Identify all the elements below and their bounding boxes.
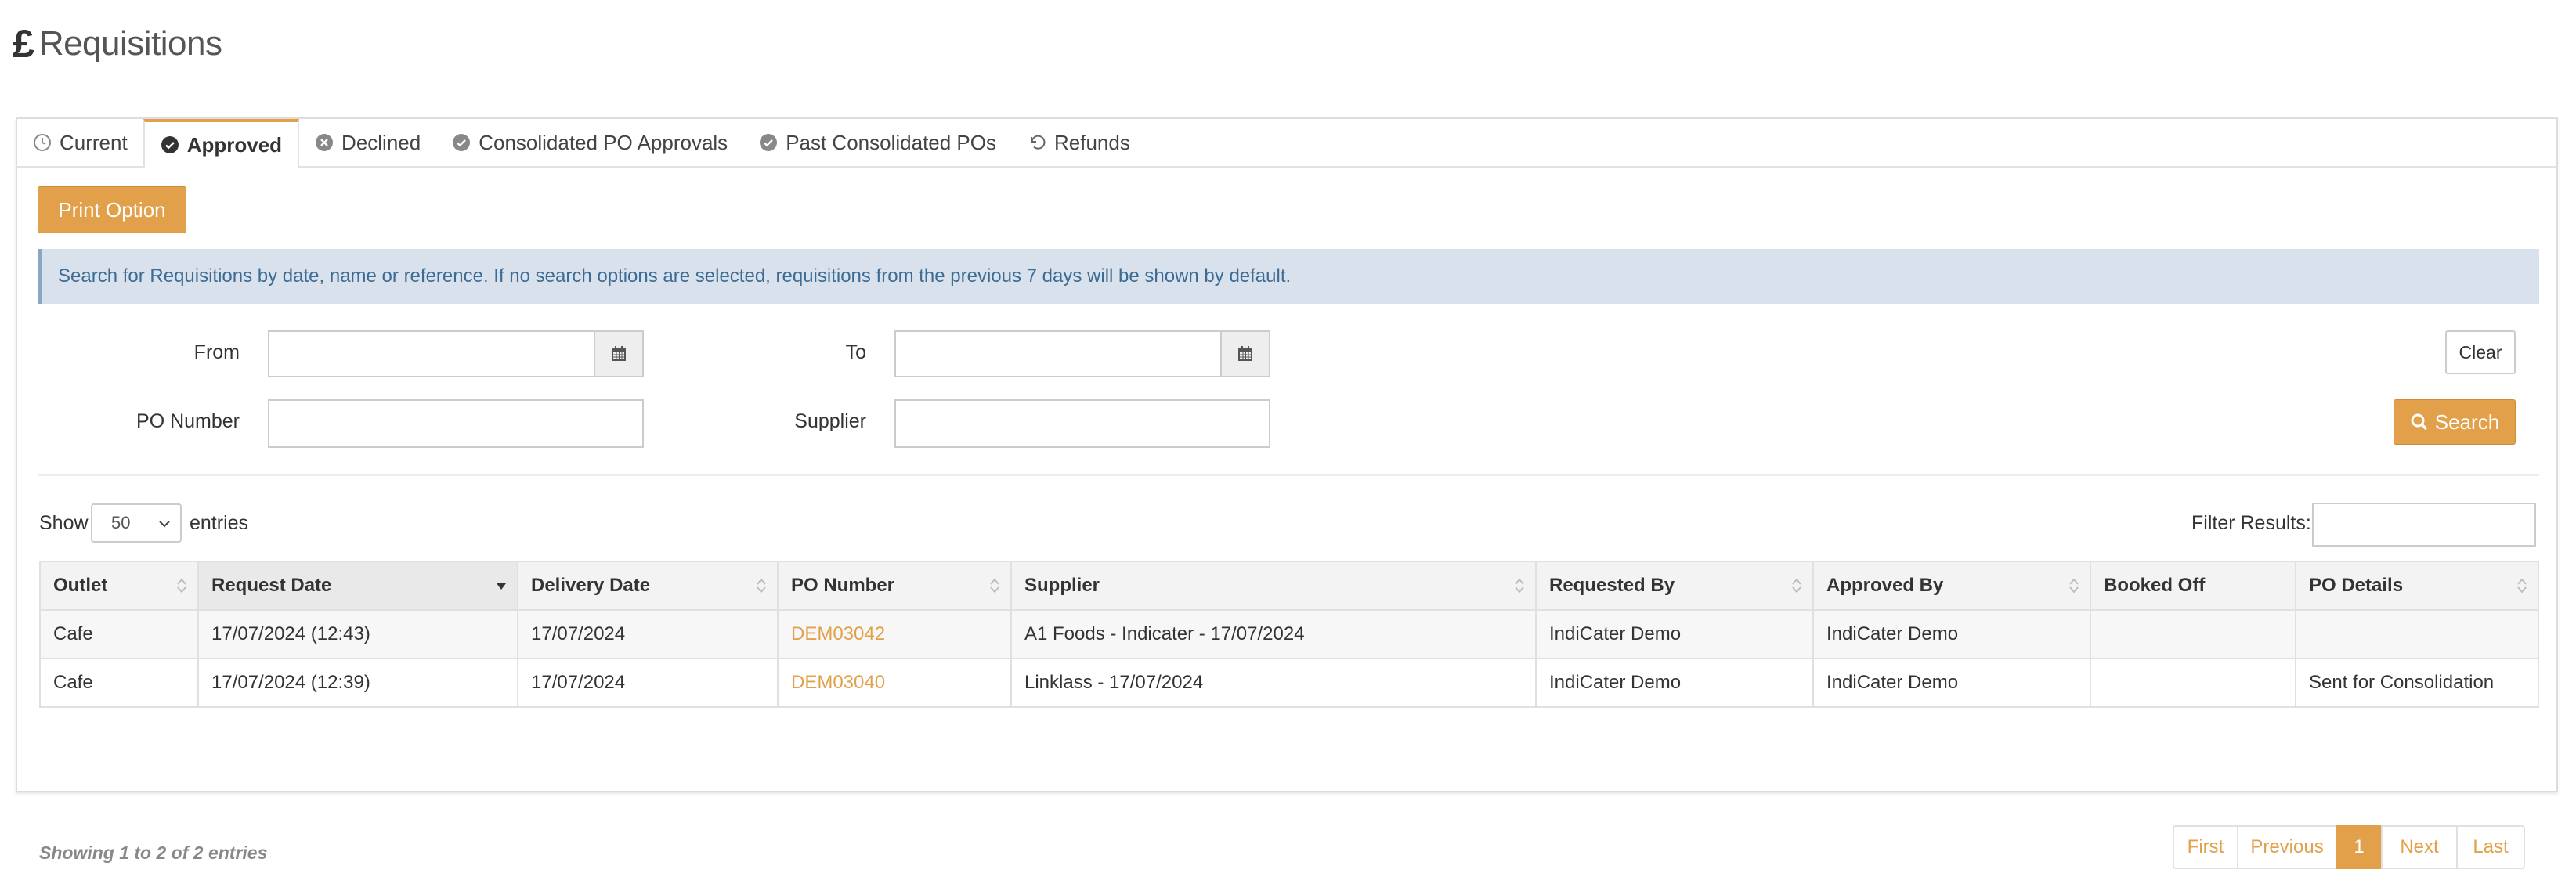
column-header-delivery-date[interactable]: Delivery Date [517, 561, 779, 611]
calendar-icon [1238, 346, 1252, 361]
filter-results-label: Filter Results: [2191, 512, 2311, 534]
tab-current[interactable]: Current [17, 119, 143, 166]
column-header-po-details[interactable]: PO Details [2295, 561, 2539, 611]
requisitions-panel: Current Approved Declined Consolidated P… [16, 117, 2558, 869]
tab-label: Past Consolidated POs [786, 130, 996, 154]
page-previous-button[interactable]: Previous [2237, 825, 2337, 869]
tab-consolidated-po-approvals[interactable]: Consolidated PO Approvals [436, 119, 743, 166]
chevron-down-icon [159, 521, 170, 528]
sort-desc-icon [497, 583, 506, 590]
cell-approved-by: IndiCater Demo [1812, 609, 2091, 659]
calendar-icon [612, 346, 626, 361]
page-header: £ Requisitions [13, 20, 222, 67]
cell-booked-off [2090, 609, 2296, 659]
to-calendar-button[interactable] [1220, 330, 1270, 377]
info-text: Search for Requisitions by date, name or… [58, 265, 1292, 287]
tab-bar: Current Approved Declined Consolidated P… [17, 119, 2556, 168]
entries-per-page-select[interactable]: 50 [91, 503, 182, 543]
table-info: Showing 1 to 2 of 2 entries [39, 843, 268, 863]
tab-label: Approved [186, 132, 283, 157]
tab-label: Declined [341, 130, 421, 154]
divider [38, 474, 2539, 476]
from-label: From [193, 341, 240, 363]
undo-icon [1028, 133, 1046, 152]
clear-button[interactable]: Clear [2445, 330, 2516, 374]
to-date-input[interactable] [894, 330, 1222, 377]
pound-sign-icon: £ [13, 22, 34, 66]
page-current-button[interactable]: 1 [2336, 825, 2383, 869]
requisitions-page: £ Requisitions Current Approved Declined… [0, 0, 2576, 884]
page-last-button[interactable]: Last [2456, 825, 2525, 869]
column-header-request-date[interactable]: Request Date [197, 561, 518, 611]
search-button[interactable]: Search [2394, 399, 2516, 445]
tab-refunds[interactable]: Refunds [1012, 119, 1146, 166]
clock-icon [33, 133, 52, 152]
entries-label: entries [190, 512, 249, 534]
cell-supplier: A1 Foods - Indicater - 17/07/2024 [1010, 609, 1537, 659]
tab-approved[interactable]: Approved [143, 119, 300, 168]
sort-icon [757, 578, 766, 594]
po-number-link[interactable]: DEM03040 [791, 672, 885, 693]
requisitions-table: Outlet Request Date Delivery Date PO Num… [39, 561, 2539, 708]
table-header-row: Outlet Request Date Delivery Date PO Num… [39, 561, 2539, 611]
column-header-po-number[interactable]: PO Number [777, 561, 1012, 611]
tab-past-consolidated-pos[interactable]: Past Consolidated POs [743, 119, 1012, 166]
cell-po-number: DEM03042 [777, 609, 1012, 659]
info-alert: Search for Requisitions by date, name or… [38, 249, 2539, 304]
table-row[interactable]: Cafe 17/07/2024 (12:39) 17/07/2024 DEM03… [39, 658, 2539, 708]
supplier-input[interactable] [894, 399, 1270, 448]
sort-icon [2069, 578, 2079, 594]
entries-value: 50 [111, 513, 131, 532]
cell-delivery-date: 17/07/2024 [517, 658, 779, 708]
table-row[interactable]: Cafe 17/07/2024 (12:43) 17/07/2024 DEM03… [39, 609, 2539, 659]
tab-declined[interactable]: Declined [299, 119, 436, 166]
cell-booked-off [2090, 658, 2296, 708]
column-header-supplier[interactable]: Supplier [1010, 561, 1537, 611]
sort-icon [2517, 578, 2527, 594]
tab-label: Consolidated PO Approvals [479, 130, 728, 154]
pagination: First Previous 1 Next Last [2173, 825, 2525, 869]
cell-po-number: DEM03040 [777, 658, 1012, 708]
po-number-link[interactable]: DEM03042 [791, 623, 885, 644]
show-label: Show [39, 512, 89, 534]
sort-icon [177, 578, 186, 594]
to-label: To [845, 341, 866, 363]
page-first-button[interactable]: First [2173, 825, 2238, 869]
cell-supplier: Linklass - 17/07/2024 [1010, 658, 1537, 708]
from-calendar-button[interactable] [594, 330, 644, 377]
tab-label: Current [60, 130, 128, 154]
supplier-label: Supplier [794, 410, 866, 432]
cell-requested-by: IndiCater Demo [1535, 609, 1814, 659]
po-number-input[interactable] [268, 399, 644, 448]
column-header-approved-by[interactable]: Approved By [1812, 561, 2091, 611]
sort-icon [990, 578, 999, 594]
print-option-button[interactable]: Print Option [38, 186, 186, 233]
cell-po-details [2295, 609, 2539, 659]
check-circle-icon [452, 133, 471, 152]
cell-outlet: Cafe [39, 609, 199, 659]
column-header-booked-off: Booked Off [2090, 561, 2296, 611]
po-number-label: PO Number [136, 410, 240, 432]
cell-request-date: 17/07/2024 (12:39) [197, 658, 518, 708]
check-circle-icon [161, 135, 179, 154]
search-button-label: Search [2434, 410, 2500, 434]
column-header-requested-by[interactable]: Requested By [1535, 561, 1814, 611]
column-header-outlet[interactable]: Outlet [39, 561, 199, 611]
search-icon [2411, 413, 2428, 431]
sort-icon [1792, 578, 1801, 594]
cell-po-details: Sent for Consolidation [2295, 658, 2539, 708]
cell-outlet: Cafe [39, 658, 199, 708]
sort-icon [1515, 578, 1524, 594]
tab-label: Refunds [1054, 130, 1130, 154]
cell-delivery-date: 17/07/2024 [517, 609, 779, 659]
filter-results-input[interactable] [2312, 503, 2536, 547]
cell-approved-by: IndiCater Demo [1812, 658, 2091, 708]
cell-requested-by: IndiCater Demo [1535, 658, 1814, 708]
x-circle-icon [315, 133, 334, 152]
from-date-input[interactable] [268, 330, 595, 377]
cell-request-date: 17/07/2024 (12:43) [197, 609, 518, 659]
check-circle-icon [759, 133, 778, 152]
page-next-button[interactable]: Next [2381, 825, 2458, 869]
page-title: Requisitions [38, 24, 222, 63]
